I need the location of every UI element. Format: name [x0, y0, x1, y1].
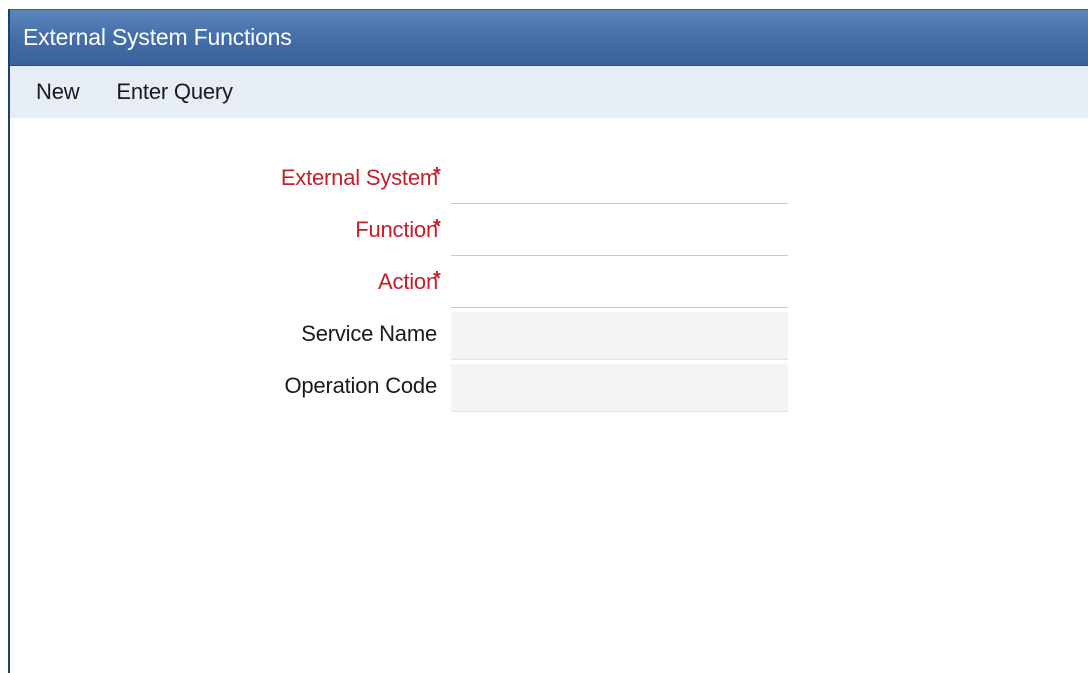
service-name-input	[451, 312, 788, 360]
operation-code-label: Operation Code	[284, 373, 437, 398]
title-bar: External System Functions	[10, 9, 1088, 66]
form-row-external-system: External System *	[10, 156, 1088, 208]
function-label: Function	[355, 217, 438, 242]
window-title: External System Functions	[23, 24, 292, 50]
external-system-functions-window: External System Functions New Enter Quer…	[8, 9, 1088, 673]
form: External System * Function * Action * Se…	[10, 118, 1088, 416]
operation-code-input	[451, 364, 788, 412]
required-marker: *	[433, 216, 441, 238]
new-button[interactable]: New	[36, 79, 80, 105]
form-row-function: Function *	[10, 208, 1088, 260]
external-system-label: External System	[280, 165, 438, 190]
action-input[interactable]	[451, 260, 788, 308]
function-input[interactable]	[451, 208, 788, 256]
action-label: Action	[378, 269, 438, 294]
form-row-action: Action *	[10, 260, 1088, 312]
service-name-label: Service Name	[301, 321, 437, 346]
form-row-operation-code: Operation Code	[10, 364, 1088, 416]
form-row-service-name: Service Name	[10, 312, 1088, 364]
enter-query-button[interactable]: Enter Query	[116, 79, 233, 105]
required-marker: *	[433, 268, 441, 290]
external-system-input[interactable]	[451, 156, 788, 204]
toolbar: New Enter Query	[10, 66, 1088, 118]
required-marker: *	[433, 164, 441, 186]
